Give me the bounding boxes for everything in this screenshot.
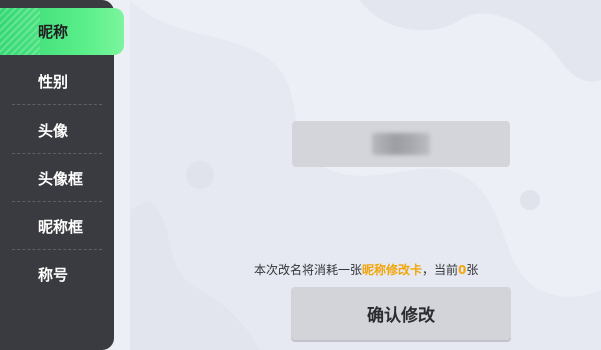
confirm-button-label: 确认修改 — [367, 306, 435, 326]
sidebar-item-label: 称号 — [38, 265, 69, 284]
consume-mid: ，当前 — [422, 263, 459, 277]
confirm-button[interactable]: 确认修改 — [291, 287, 511, 340]
sidebar-item-label: 昵称框 — [38, 217, 84, 236]
sidebar-item-label: 性别 — [38, 72, 69, 91]
sidebar-item-title[interactable]: 称号 — [0, 250, 114, 298]
sidebar-item-label: 头像框 — [38, 169, 84, 188]
active-tab-stripes — [0, 8, 40, 55]
consume-notice: 本次改名将消耗一张昵称修改卡，当前0张 — [254, 261, 554, 278]
nickname-input[interactable] — [292, 121, 510, 167]
consume-prefix: 本次改名将消耗一张 — [254, 263, 363, 277]
sidebar-item-label: 头像 — [38, 121, 69, 140]
sidebar-item-avatar-frame[interactable]: 头像框 — [0, 154, 114, 202]
rename-card-name: 昵称修改卡 — [362, 263, 423, 277]
sidebar-item-gender[interactable]: 性别 — [0, 57, 114, 105]
consume-suffix: 张 — [466, 263, 479, 277]
blurred-nickname-value — [372, 133, 430, 155]
sidebar-item-avatar[interactable]: 头像 — [0, 106, 114, 154]
sidebar-item-nickname-frame[interactable]: 昵称框 — [0, 202, 114, 250]
sidebar-item-nickname[interactable]: 昵称 — [0, 8, 124, 55]
sidebar-item-label: 昵称 — [38, 23, 69, 41]
